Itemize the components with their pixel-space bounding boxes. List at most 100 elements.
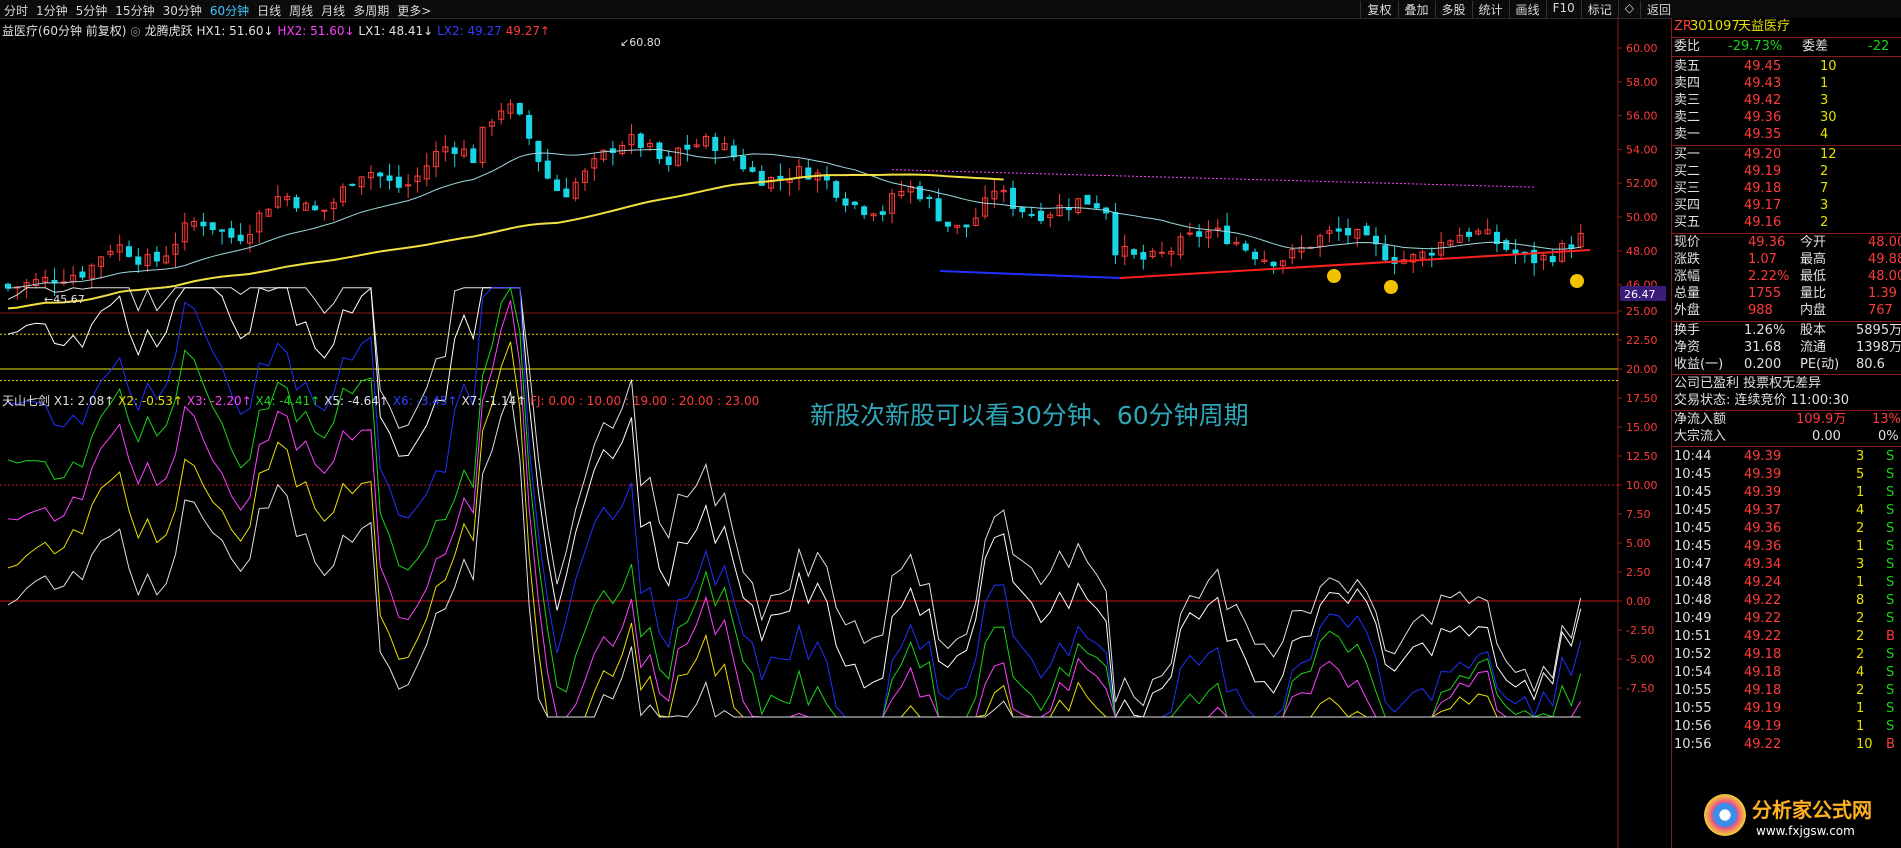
panel-text: 49.36 (1744, 539, 1782, 554)
panel-text: 767 (1868, 303, 1893, 318)
lx3-value: 49.27↑ (505, 24, 551, 38)
period-tab-4[interactable]: 30分钟 (163, 2, 202, 19)
candle-body (377, 172, 384, 177)
panel-text: 最高 (1800, 252, 1827, 267)
toolbar-button-8[interactable]: 返回 (1639, 1, 1677, 18)
candle-body (842, 198, 849, 206)
period-tab-9[interactable]: 多周期 (353, 2, 389, 19)
sell-level-1: 卖五 49.45 10 (1672, 58, 1901, 76)
period-tab-6[interactable]: 日线 (257, 2, 281, 19)
stat2-row-2: 收益(一) 0.200 PE(动) 80.6 (1672, 356, 1901, 374)
panel-text: 总量 (1674, 286, 1701, 301)
sub-tick: 12.50 (1626, 450, 1658, 463)
toolbar-button-4[interactable]: 画线 (1508, 1, 1546, 18)
panel-text: S (1886, 521, 1895, 536)
indicator-name[interactable]: 龙腾虎跃 (145, 24, 193, 38)
candle-body (200, 221, 207, 227)
toolbar-button-0[interactable]: 复权 (1360, 1, 1397, 18)
panel-text: 换手 (1674, 323, 1701, 338)
panel-text: 49.19 (1744, 701, 1782, 716)
tick-row: 10:48 49.24 1 S (1672, 574, 1901, 592)
candle-body (526, 115, 533, 139)
panel-text: 3 (1856, 557, 1865, 572)
panel-text: S (1886, 503, 1895, 518)
period-tab-2[interactable]: 5分钟 (76, 2, 108, 19)
sub-tick: 0.00 (1626, 595, 1651, 608)
period-tabs: 分时 1分钟 5分钟 15分钟 30分钟 60分钟 日线 周线 月线 多周期 更多> (4, 2, 431, 19)
period-tab-8[interactable]: 月线 (321, 2, 345, 19)
panel-text: 49.19 (1744, 164, 1782, 179)
toolbar-button-1[interactable]: 叠加 (1397, 1, 1435, 18)
lx2-value: LX2: 49.27 (437, 24, 502, 38)
panel-text: 涨幅 (1674, 269, 1701, 284)
candle-body (1531, 249, 1538, 264)
toolbar-button-3[interactable]: 统计 (1471, 1, 1509, 18)
panel-text: 10:45 (1674, 485, 1712, 500)
candle-body (544, 160, 551, 179)
toolbar-button-5[interactable]: F10 (1545, 1, 1581, 18)
panel-text: 10:51 (1674, 629, 1712, 644)
candle-body (349, 183, 356, 186)
period-tab-1[interactable]: 1分钟 (36, 2, 68, 19)
price-tick: 56.00 (1626, 110, 1658, 123)
panel-text: 卖四 (1674, 76, 1701, 91)
candle-body (563, 188, 570, 198)
stat-row-4: 外盘 988 内盘 767 (1672, 302, 1901, 320)
panel-text: 买四 (1674, 198, 1701, 213)
toolbar-button-7[interactable]: ◇ (1617, 1, 1640, 18)
sub-tick: 20.00 (1626, 363, 1658, 376)
panel-text: 净流入额 (1674, 412, 1727, 427)
panel-text: 4 (1856, 665, 1865, 680)
panel-text: S (1886, 485, 1895, 500)
sub-tick: -5.00 (1626, 653, 1654, 666)
hx2-value: HX2: 51.60↓ (277, 24, 355, 38)
panel-text: 49.18 (1744, 683, 1782, 698)
candle-body (209, 222, 216, 231)
panel-text: 3 (1856, 449, 1865, 464)
netflow-row: 净流入额 109.9万 13% (1672, 411, 1901, 429)
panel-text: S (1886, 683, 1895, 698)
period-tab-10[interactable]: 更多> (397, 2, 431, 19)
panel-header: ZR 301097 天益医疗 (1672, 18, 1901, 36)
candle-body (684, 144, 691, 150)
panel-text: B (1886, 629, 1895, 644)
candle-body (470, 148, 477, 164)
panel-text: 31.68 (1744, 340, 1782, 355)
panel-text: 卖一 (1674, 127, 1701, 142)
x4-value: X4: -4.41↑ (255, 394, 321, 408)
panel-text: 49.22 (1744, 629, 1782, 644)
candle-body (153, 251, 160, 262)
x5-value: X5: -4.64↑ (324, 394, 389, 408)
price-tick: 60.00 (1626, 42, 1658, 55)
panel-text: PE(动) (1800, 357, 1840, 372)
panel-text: 49.43 (1744, 76, 1782, 91)
panel-text: 49.24 (1744, 575, 1782, 590)
tick-row: 10:51 49.22 2 B (1672, 628, 1901, 646)
candle-body (1019, 207, 1026, 213)
low-mark: ←45.67 (44, 293, 85, 306)
period-tab-5[interactable]: 60分钟 (210, 2, 249, 19)
panel-text: 委差 (1802, 39, 1829, 54)
sub-tick: 25.00 (1626, 305, 1658, 318)
sell-level-3: 卖三 49.42 3 (1672, 92, 1901, 110)
period-tab-7[interactable]: 周线 (289, 2, 313, 19)
toolbar-button-2[interactable]: 多股 (1434, 1, 1472, 18)
panel-text: 10:55 (1674, 683, 1712, 698)
panel-text: S (1886, 467, 1895, 482)
panel-text: 49.18 (1744, 665, 1782, 680)
candle-body (1428, 252, 1435, 256)
period-tab-3[interactable]: 15分钟 (115, 2, 154, 19)
panel-text: 49.36 (1744, 521, 1782, 536)
panel-text: 今开 (1800, 235, 1827, 250)
period-tab-0[interactable]: 分时 (4, 2, 28, 19)
panel-text: 1398万 (1856, 340, 1901, 355)
candle-body (1382, 245, 1389, 261)
toolbar-button-6[interactable]: 标记 (1580, 1, 1618, 18)
tick-row: 10:54 49.18 4 S (1672, 664, 1901, 682)
sub-indicator-name[interactable]: 天山七剑 (2, 394, 50, 408)
sub-tick: 10.00 (1626, 479, 1658, 492)
candle-body (656, 142, 663, 160)
chart-area[interactable]: 60.0058.0056.0054.0052.0050.0048.0046.00… (0, 18, 1668, 848)
sub-tick: 5.00 (1626, 537, 1651, 550)
quote-panel: ZR 301097 天益医疗 委比 -29.73% 委差 -22 卖五 49.45 10 卖四 49.… (1671, 18, 1901, 848)
